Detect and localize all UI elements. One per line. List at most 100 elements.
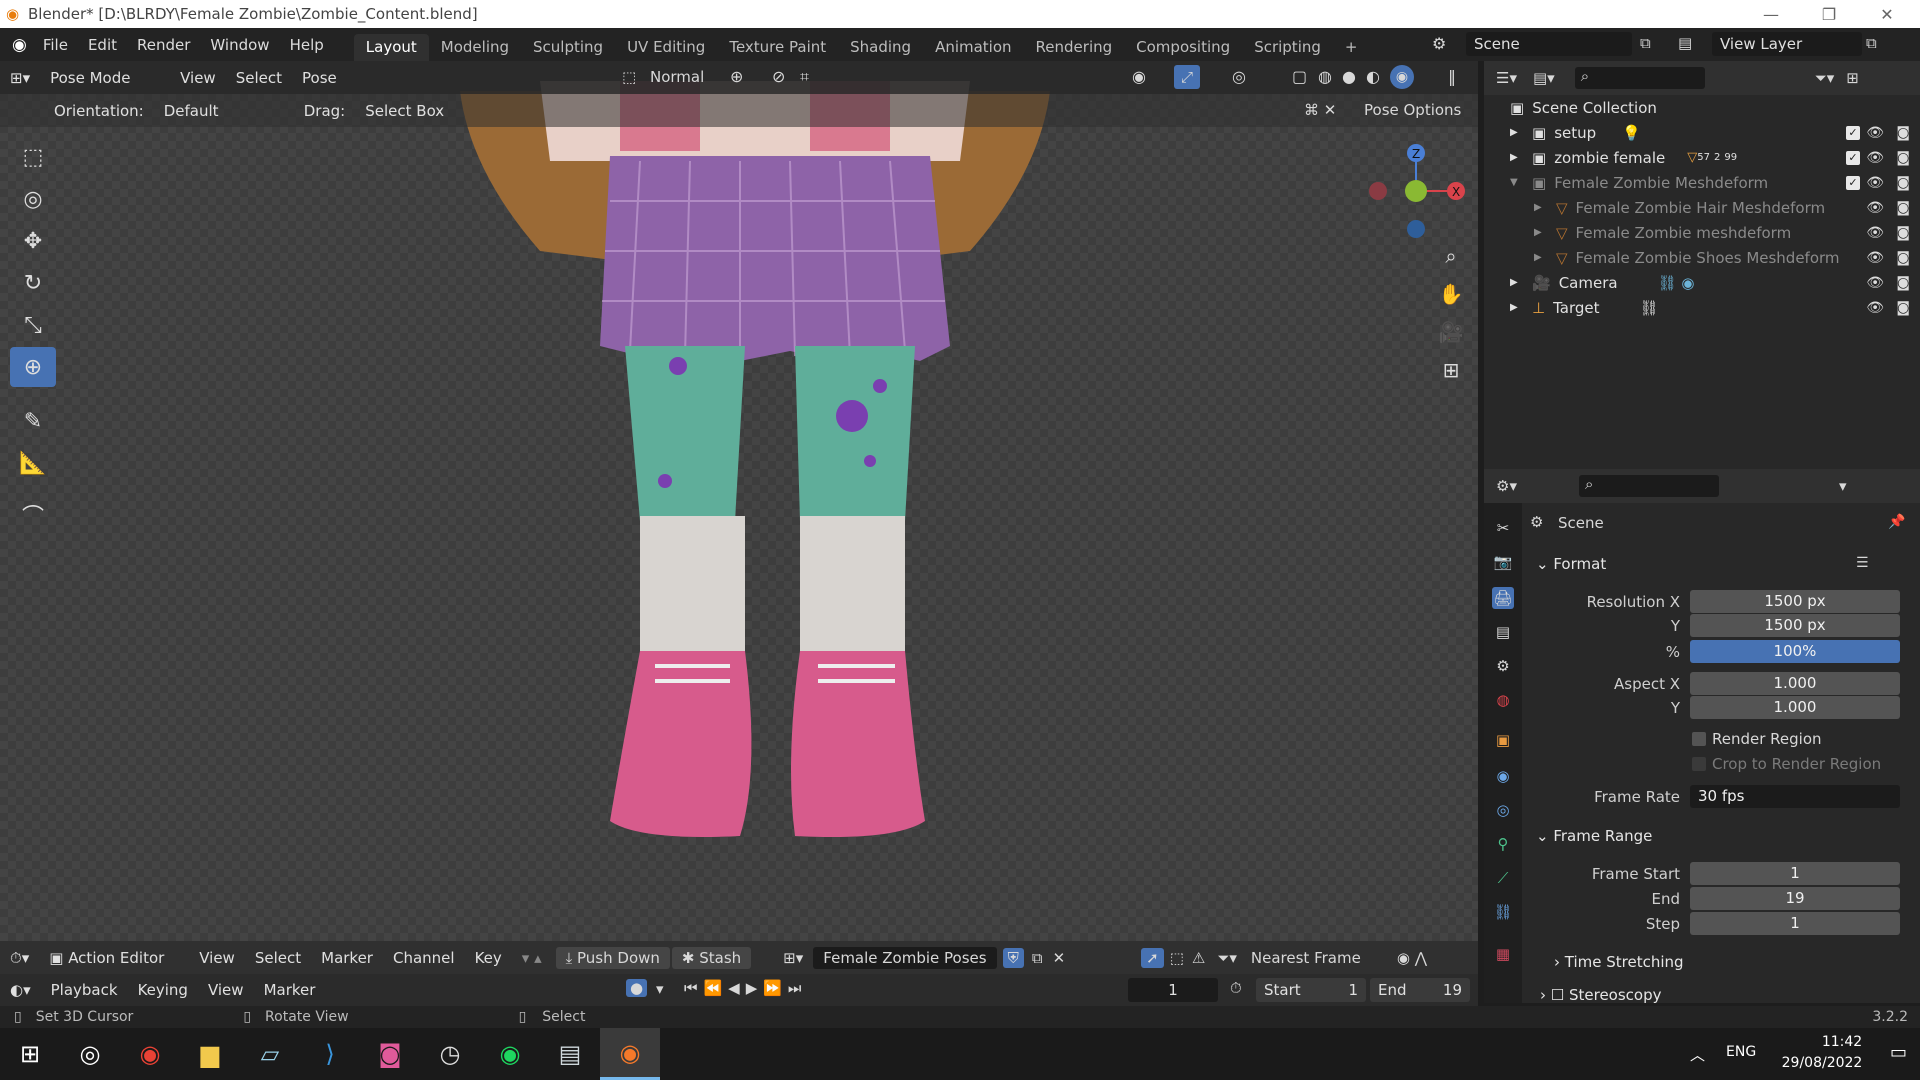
- pivot-icon[interactable]: ⊕: [730, 67, 743, 86]
- resolution-x-field[interactable]: 1500 px: [1690, 590, 1900, 613]
- measure-tool-icon[interactable]: 📐: [10, 443, 56, 483]
- push-down-button[interactable]: ⤓ Push Down: [555, 946, 670, 969]
- errors-icon[interactable]: ⚠: [1192, 949, 1205, 967]
- close-icon[interactable]: ✕: [1858, 0, 1916, 28]
- action-browse-icon[interactable]: ⊞▾: [783, 949, 803, 967]
- playback-menu[interactable]: Playback: [41, 981, 128, 999]
- chrome-icon[interactable]: ◉: [120, 1028, 180, 1080]
- resolution-y-field[interactable]: 1500 px: [1690, 614, 1900, 637]
- frame-start-field[interactable]: 1: [1690, 862, 1900, 885]
- pan-hand-icon[interactable]: ✋: [1436, 279, 1466, 309]
- properties-search-input[interactable]: ⌕: [1578, 475, 1719, 497]
- menu-pose[interactable]: Pose: [292, 69, 347, 87]
- tab-animation[interactable]: Animation: [923, 34, 1023, 61]
- material-shading-icon[interactable]: ◐: [1366, 67, 1380, 86]
- clock-app-icon[interactable]: ◷: [420, 1028, 480, 1080]
- eye-icon[interactable]: 👁: [1866, 225, 1884, 241]
- dopesheet-editor-icon[interactable]: ⏱▾: [0, 949, 39, 967]
- render-tab-icon[interactable]: 📷: [1492, 551, 1514, 573]
- render-camera-icon[interactable]: ◙: [1896, 300, 1910, 316]
- object-data-tab-icon[interactable]: ⚲: [1492, 833, 1514, 855]
- action-menu-marker[interactable]: Marker: [311, 949, 383, 967]
- eye-icon[interactable]: 👁: [1866, 250, 1884, 266]
- start-frame-field[interactable]: Start 1: [1256, 978, 1366, 1002]
- pin-icon[interactable]: 📌: [1888, 514, 1905, 530]
- keying-set-icon[interactable]: ▾: [656, 980, 664, 998]
- include-checkbox[interactable]: ✓: [1846, 175, 1860, 190]
- view-layer-icon[interactable]: ▤: [1678, 34, 1692, 52]
- eye-icon[interactable]: 👁: [1866, 275, 1884, 291]
- render-region-checkbox[interactable]: [1692, 732, 1706, 746]
- playback-controls[interactable]: ⏮⏪◀▶⏩⏭: [684, 979, 807, 997]
- scale-tool-icon[interactable]: ⤡: [10, 305, 56, 345]
- duplicate-action-icon[interactable]: ⧉: [1032, 949, 1043, 967]
- texture-tab-icon[interactable]: ▦: [1492, 943, 1514, 965]
- fake-user-shield-icon[interactable]: ⛨: [1002, 947, 1024, 968]
- xray-icon[interactable]: ▢: [1292, 67, 1307, 86]
- outliner-item-shoes[interactable]: ▶ ▽ Female Zombie Shoes Meshdeform 👁 ◙: [1484, 245, 1920, 270]
- tab-layout[interactable]: Layout: [353, 34, 429, 61]
- orientation-dropdown[interactable]: Default: [154, 102, 274, 120]
- outliner-item-hair[interactable]: ▶ ▽ Female Zombie Hair Meshdeform 👁 ◙: [1484, 195, 1920, 220]
- zoom-icon[interactable]: ⌕: [1436, 241, 1466, 271]
- overlay-icon[interactable]: ◎: [1232, 67, 1246, 86]
- tab-texture-paint[interactable]: Texture Paint: [717, 34, 838, 61]
- expand-icon[interactable]: ▶: [1510, 127, 1524, 138]
- minimize-icon[interactable]: —: [1742, 0, 1800, 28]
- move-tool-icon[interactable]: ✥: [10, 221, 56, 261]
- outliner-editor-icon[interactable]: ☰▾: [1496, 69, 1517, 87]
- outliner-scene-collection[interactable]: ▣ Scene Collection: [1484, 95, 1920, 120]
- tool-tab-icon[interactable]: ✂: [1492, 517, 1514, 539]
- outliner-item-zombie-female[interactable]: ▶ ▣ zombie female ▽ 57 2 99 ✓ 👁 ◙: [1484, 145, 1920, 170]
- cursor-tool-icon[interactable]: ◎: [10, 179, 56, 219]
- proportional-edit-icon[interactable]: ◉ ⋀: [1397, 949, 1427, 967]
- tab-rendering[interactable]: Rendering: [1024, 34, 1125, 61]
- render-camera-icon[interactable]: ◙: [1896, 225, 1910, 241]
- clock-time[interactable]: 11:42: [1792, 1034, 1892, 1050]
- menu-edit[interactable]: Edit: [78, 36, 127, 54]
- notes-app-icon[interactable]: ▱: [240, 1028, 300, 1080]
- timeline-marker-menu[interactable]: Marker: [254, 981, 326, 999]
- expand-icon[interactable]: ▶: [1510, 277, 1524, 288]
- keying-menu[interactable]: Keying: [128, 981, 198, 999]
- expand-icon[interactable]: ▶: [1534, 202, 1548, 213]
- constraint-tab-icon[interactable]: ⛓: [1492, 901, 1514, 923]
- snap-target-icon[interactable]: ⌗: [800, 67, 809, 87]
- pose-relax-tool-icon[interactable]: ⌒: [10, 495, 56, 535]
- 3d-viewport[interactable]: ⊞▾ Pose Mode View Select Pose ⬚ Normal ⊕…: [0, 61, 1478, 941]
- menu-select[interactable]: Select: [226, 69, 292, 87]
- snap-icon[interactable]: ⊘: [772, 67, 785, 86]
- aspect-x-field[interactable]: 1.000: [1690, 672, 1900, 695]
- render-camera-icon[interactable]: ◙: [1896, 175, 1910, 191]
- properties-editor-icon[interactable]: ⚙▾: [1496, 477, 1517, 495]
- stash-button[interactable]: ✱ Stash: [671, 946, 752, 969]
- frame-end-field[interactable]: 19: [1690, 887, 1900, 910]
- eye-icon[interactable]: 👁: [1866, 300, 1884, 316]
- new-scene-icon[interactable]: ⧉: [1640, 34, 1651, 52]
- options-chevron-icon[interactable]: ▾: [1839, 477, 1847, 495]
- outliner-search-input[interactable]: ⌕: [1574, 67, 1705, 89]
- show-hidden-icon[interactable]: ⬚: [1170, 949, 1184, 967]
- solid-shading-icon[interactable]: ●: [1342, 67, 1356, 86]
- blender-taskbar-icon[interactable]: ◉: [600, 1028, 660, 1080]
- action-menu-key[interactable]: Key: [465, 949, 512, 967]
- pose-options-dropdown[interactable]: Pose Options: [1364, 101, 1461, 119]
- unlink-action-icon[interactable]: ✕: [1053, 949, 1066, 967]
- collapse-icon[interactable]: ▼: [1510, 177, 1524, 188]
- vscode-icon[interactable]: ⟩: [300, 1028, 360, 1080]
- select-box-tool-icon[interactable]: ⬚: [10, 137, 56, 177]
- menu-help[interactable]: Help: [280, 36, 334, 54]
- view-layer-tab-icon[interactable]: ▤: [1492, 621, 1514, 643]
- aspect-y-field[interactable]: 1.000: [1690, 696, 1900, 719]
- clock-date[interactable]: 29/08/2022: [1772, 1055, 1872, 1071]
- eye-icon[interactable]: 👁: [1866, 175, 1884, 191]
- only-selected-icon[interactable]: ➚: [1141, 947, 1164, 968]
- scene-icon[interactable]: ⚙: [1432, 34, 1446, 53]
- expand-icon[interactable]: ▶: [1534, 227, 1548, 238]
- tab-compositing[interactable]: Compositing: [1124, 34, 1242, 61]
- annotate-tool-icon[interactable]: ✎: [10, 401, 56, 441]
- render-camera-icon[interactable]: ◙: [1896, 250, 1910, 266]
- notifications-icon[interactable]: ▭: [1890, 1042, 1907, 1063]
- menu-file[interactable]: File: [33, 36, 78, 54]
- world-tab-icon[interactable]: ◍: [1492, 689, 1514, 711]
